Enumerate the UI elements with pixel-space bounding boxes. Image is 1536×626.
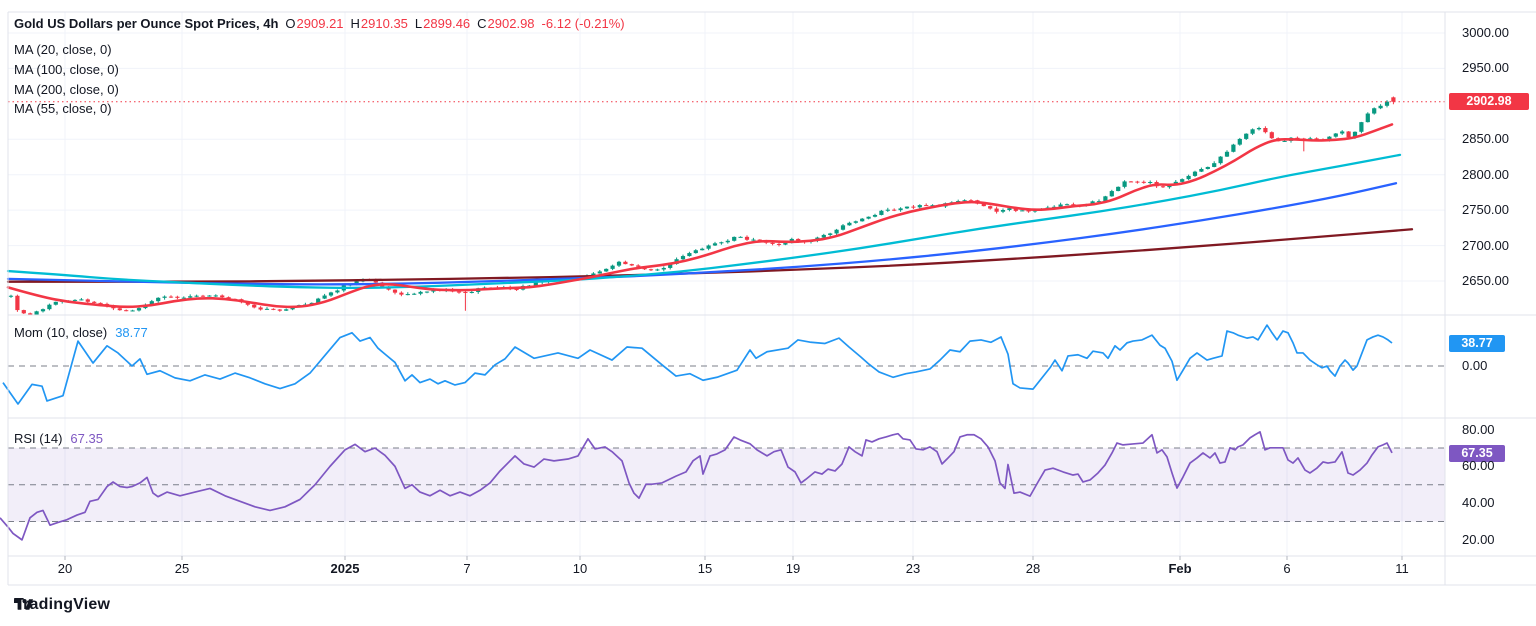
chart-canvas[interactable]: [0, 0, 1536, 626]
ma200-line: [8, 229, 1412, 281]
tradingview-chart-window: Gold US Dollars per Ounce Spot Prices, 4…: [0, 0, 1536, 626]
momentum-line: [3, 325, 1392, 404]
ma20-line: [8, 124, 1392, 307]
